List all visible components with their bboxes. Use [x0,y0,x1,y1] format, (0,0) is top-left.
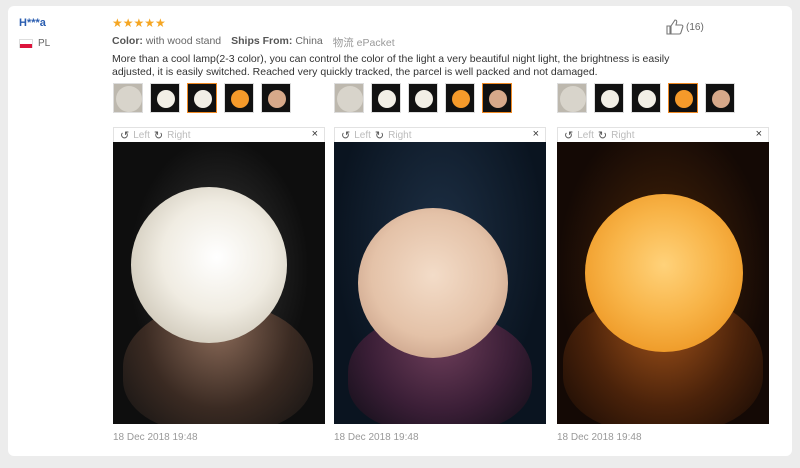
review-card: H***a PL ★★★★★ Color: with wood stand Sh… [8,6,792,456]
rotate-left-icon[interactable]: ↺ [564,129,573,142]
review-text: More than a cool lamp(2-3 color), you ca… [112,53,670,78]
color-value: with wood stand [145,35,222,47]
reviewer-name: H***a [19,17,46,29]
thumbnail-active[interactable] [482,83,512,113]
helpful-button[interactable]: (16) [666,19,704,35]
moon-lamp [358,208,508,358]
rotate-right-label[interactable]: Right [611,130,634,141]
rotate-right-label[interactable]: Right [388,130,411,141]
thumbnail[interactable] [261,83,291,113]
close-icon[interactable]: × [533,128,539,140]
rotate-right-icon[interactable]: ↻ [375,129,384,142]
rotate-right-icon[interactable]: ↻ [598,129,607,142]
thumbnail-strip [334,83,546,115]
photo-gallery-2: ↺ Left ↻ Right × 18 Dec 2018 19:48 [334,83,546,443]
thumbnail[interactable] [334,83,364,113]
review-photo[interactable] [113,142,325,424]
rotate-left-icon[interactable]: ↺ [120,129,129,142]
close-icon[interactable]: × [756,128,762,140]
thumbnail[interactable] [150,83,180,113]
rating-stars: ★★★★★ [112,16,166,30]
photo-date: 18 Dec 2018 19:48 [113,432,198,443]
thumbnail[interactable] [224,83,254,113]
rotate-right-label[interactable]: Right [167,130,190,141]
thumbnail[interactable] [408,83,438,113]
rotate-left-label[interactable]: Left [354,130,371,141]
moon-lamp [585,194,743,352]
review-photo[interactable] [557,142,769,424]
photo-gallery-3: ↺ Left ↻ Right × 18 Dec 2018 19:48 [557,83,769,443]
photo-date: 18 Dec 2018 19:48 [334,432,419,443]
poland-flag-icon [19,39,33,48]
country-code: PL [38,38,51,49]
thumbnail[interactable] [371,83,401,113]
rotate-left-label[interactable]: Left [133,130,150,141]
thumbnail[interactable] [631,83,661,113]
thumbnail[interactable] [113,83,143,113]
thumbnail[interactable] [594,83,624,113]
image-toolbar: ↺ Left ↻ Right × [334,127,546,142]
thumbnail-active[interactable] [187,83,217,113]
thumbnail[interactable] [445,83,475,113]
ships-value: China [295,35,323,47]
review-meta: Color: with wood stand Ships From: China… [112,35,395,50]
thumbnail[interactable] [705,83,735,113]
rotate-left-icon[interactable]: ↺ [341,129,350,142]
image-toolbar: ↺ Left ↻ Right × [557,127,769,142]
moon-lamp [131,187,287,343]
rotate-right-icon[interactable]: ↻ [154,129,163,142]
thumbnail-strip [113,83,325,115]
ships-label: Ships From: [231,35,293,47]
helpful-count: (16) [686,21,704,33]
reviewer-country: PL [19,38,50,49]
image-toolbar: ↺ Left ↻ Right × [113,127,325,142]
photo-gallery-1: ↺ Left ↻ Right × 18 Dec 2018 19:48 [113,83,325,443]
thumbnail-active[interactable] [668,83,698,113]
close-icon[interactable]: × [312,128,318,140]
review-photo[interactable] [334,142,546,424]
color-label: Color: [112,35,143,47]
thumbs-up-icon [666,19,684,35]
photo-date: 18 Dec 2018 19:48 [557,432,642,443]
shipping-method: 物流 ePacket [332,37,395,49]
thumbnail[interactable] [557,83,587,113]
thumbnail-strip [557,83,769,115]
rotate-left-label[interactable]: Left [577,130,594,141]
